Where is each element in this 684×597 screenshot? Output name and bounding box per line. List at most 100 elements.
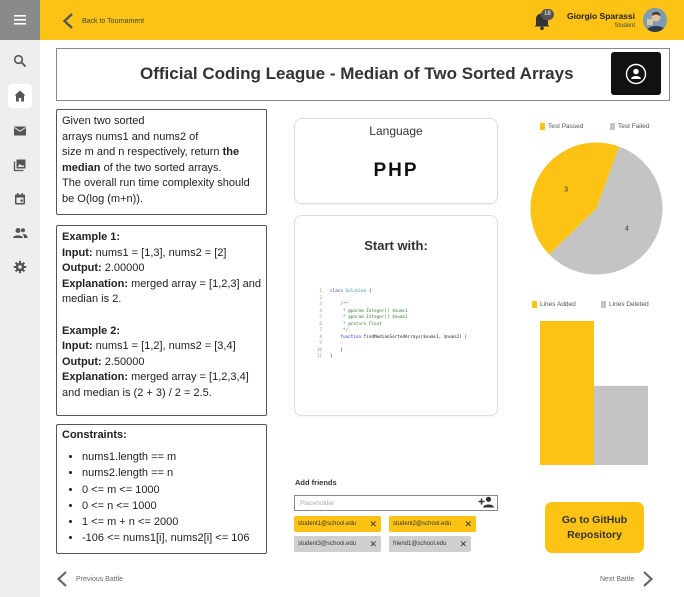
next-battle-label: Next Battle	[600, 575, 635, 583]
code-snippet[interactable]: 1 class Solution {2 3 /** 4 * @param Intege…	[310, 289, 495, 361]
example-heading: Example 2:	[62, 324, 121, 337]
friend-email: friend1@school.edu	[393, 541, 447, 547]
description-line: arrays nums1 and nums2 of	[62, 130, 199, 143]
legend-swatch	[540, 123, 545, 130]
sidebar-item-mail[interactable]	[8, 119, 32, 143]
output-label: Output:	[62, 262, 102, 275]
user-role: Student	[614, 23, 635, 29]
friend-chip[interactable]: student1@school.edu ✕	[294, 516, 381, 532]
legend-label: Lines Deleted	[609, 301, 649, 308]
avatar-image	[643, 8, 667, 32]
close-icon[interactable]: ✕	[369, 519, 377, 529]
description-line: be O(log (m+n)).	[62, 192, 143, 205]
chevron-left-icon	[62, 13, 73, 29]
example-input: nums1 = [1,2], nums2 = [3,4]	[92, 340, 236, 353]
constraint-item: nums2.length == n	[82, 465, 261, 481]
bar	[594, 385, 648, 465]
problem-description-panel: Given two sorted arrays nums1 and nums2 …	[56, 109, 267, 215]
sidebar-item-gallery[interactable]	[8, 153, 32, 177]
pie-slice-label: 4	[625, 226, 629, 233]
example-explanation: merged array = [1,2,3,4]	[128, 371, 249, 384]
example-explanation: merged array = [1,2,3] and	[128, 277, 262, 290]
close-icon[interactable]: ✕	[369, 539, 377, 549]
mail-icon	[14, 126, 26, 136]
people-icon	[13, 228, 28, 238]
start-with-label: Start with:	[364, 238, 428, 253]
sidebar-item-settings[interactable]	[8, 255, 32, 279]
constraint-item: nums1.length == m	[82, 449, 261, 465]
output-label: Output:	[62, 355, 102, 368]
description-bold: median	[62, 161, 101, 174]
back-to-tournament-link[interactable]: Back to Tournament	[62, 11, 144, 31]
description-bold: the	[222, 146, 240, 159]
previous-battle-link[interactable]: Previous Battle	[56, 571, 123, 587]
example-1: Example 1: Input: nums1 = [1,3], nums2 =…	[62, 230, 261, 308]
hamburger-menu-button[interactable]	[0, 0, 40, 40]
constraint-item: -106 <= nums1[i], nums2[i] <= 106	[82, 530, 261, 546]
chevron-left-icon	[56, 571, 67, 587]
examples-panel: Example 1: Input: nums1 = [1,3], nums2 =…	[56, 225, 267, 416]
gear-icon	[13, 260, 27, 274]
explanation-label: Explanation:	[62, 277, 129, 290]
legend-swatch	[601, 301, 606, 308]
legend-lines-added: Lines Added	[532, 301, 576, 308]
lines-changed-bar-chart	[540, 321, 648, 465]
person-add-icon	[478, 496, 494, 508]
calendar-icon	[15, 193, 25, 205]
language-value: PHP	[373, 160, 419, 181]
friend-email: student1@school.edu	[298, 521, 357, 527]
next-battle-link[interactable]: Next Battle	[600, 571, 654, 587]
description-line: The overall run time complexity should	[62, 177, 250, 190]
example-2: Example 2: Input: nums1 = [1,2], nums2 =…	[62, 324, 261, 402]
friend-search-input[interactable]	[294, 495, 498, 511]
page-title: Official Coding League - Median of Two S…	[140, 64, 574, 83]
test-results-pie-chart: 34	[530, 142, 663, 275]
close-icon[interactable]: ✕	[459, 539, 467, 549]
legend-swatch	[532, 301, 537, 308]
description-line: size m and n respectively, return the	[62, 145, 261, 161]
legend-lines-deleted: Lines Deleted	[601, 301, 649, 308]
code-line: 11}	[310, 354, 495, 361]
github-repository-button[interactable]: Go to GitHub Repository	[545, 502, 644, 553]
close-icon[interactable]: ✕	[464, 519, 472, 529]
search-icon	[13, 54, 27, 68]
input-label: Input:	[62, 340, 93, 353]
line-number: 11	[316, 354, 322, 359]
constraints-panel: Constraints: nums1.length == m nums2.len…	[56, 424, 267, 554]
constraint-item: 0 <= n <= 1000	[82, 498, 261, 514]
add-friend-button[interactable]	[476, 494, 498, 510]
friend-chip[interactable]: friend1@school.edu ✕	[389, 536, 471, 552]
example-heading: Example 1:	[62, 231, 121, 243]
bar	[540, 321, 594, 465]
previous-battle-label: Previous Battle	[76, 575, 124, 583]
add-friends-label: Add friends	[295, 478, 337, 487]
example-output: 2.00000	[101, 262, 145, 275]
menu-icon	[14, 15, 26, 25]
home-icon	[14, 90, 26, 102]
example-explanation-cont: and median is (2 + 3) / 2 = 2.5.	[62, 386, 212, 399]
friend-chip[interactable]: student3@school.edu ✕	[294, 536, 381, 552]
sidebar-item-calendar[interactable]	[8, 187, 32, 211]
profile-button[interactable]	[611, 52, 661, 95]
user-circle-icon	[625, 63, 647, 84]
legend-test-failed: Test Failed	[610, 123, 649, 130]
legend-swatch	[610, 123, 615, 130]
description-text: of the two sorted arrays.	[100, 161, 222, 174]
example-explanation-cont: median is 2.	[62, 293, 122, 306]
notification-badge: 18	[541, 9, 554, 20]
language-label: Language	[369, 124, 423, 138]
back-to-tournament-label: Back to Tournament	[82, 17, 145, 25]
avatar[interactable]	[643, 8, 667, 32]
input-label: Input:	[62, 246, 93, 259]
friend-email: student2@school.edu	[393, 521, 452, 527]
constraint-item: 0 <= m <= 1000	[82, 482, 261, 498]
sidebar-item-people[interactable]	[8, 221, 32, 245]
constraint-item: 1 <= m + n <= 2000	[82, 514, 261, 530]
sidebar-item-search[interactable]	[8, 49, 32, 73]
gallery-icon	[13, 159, 26, 172]
friend-chip[interactable]: student2@school.edu ✕	[389, 516, 476, 532]
description-line: median of the two sorted arrays.	[62, 161, 261, 177]
pie-slice-label: 3	[564, 186, 568, 193]
example-output: 2.50000	[101, 355, 145, 368]
sidebar-item-home[interactable]	[8, 84, 32, 108]
